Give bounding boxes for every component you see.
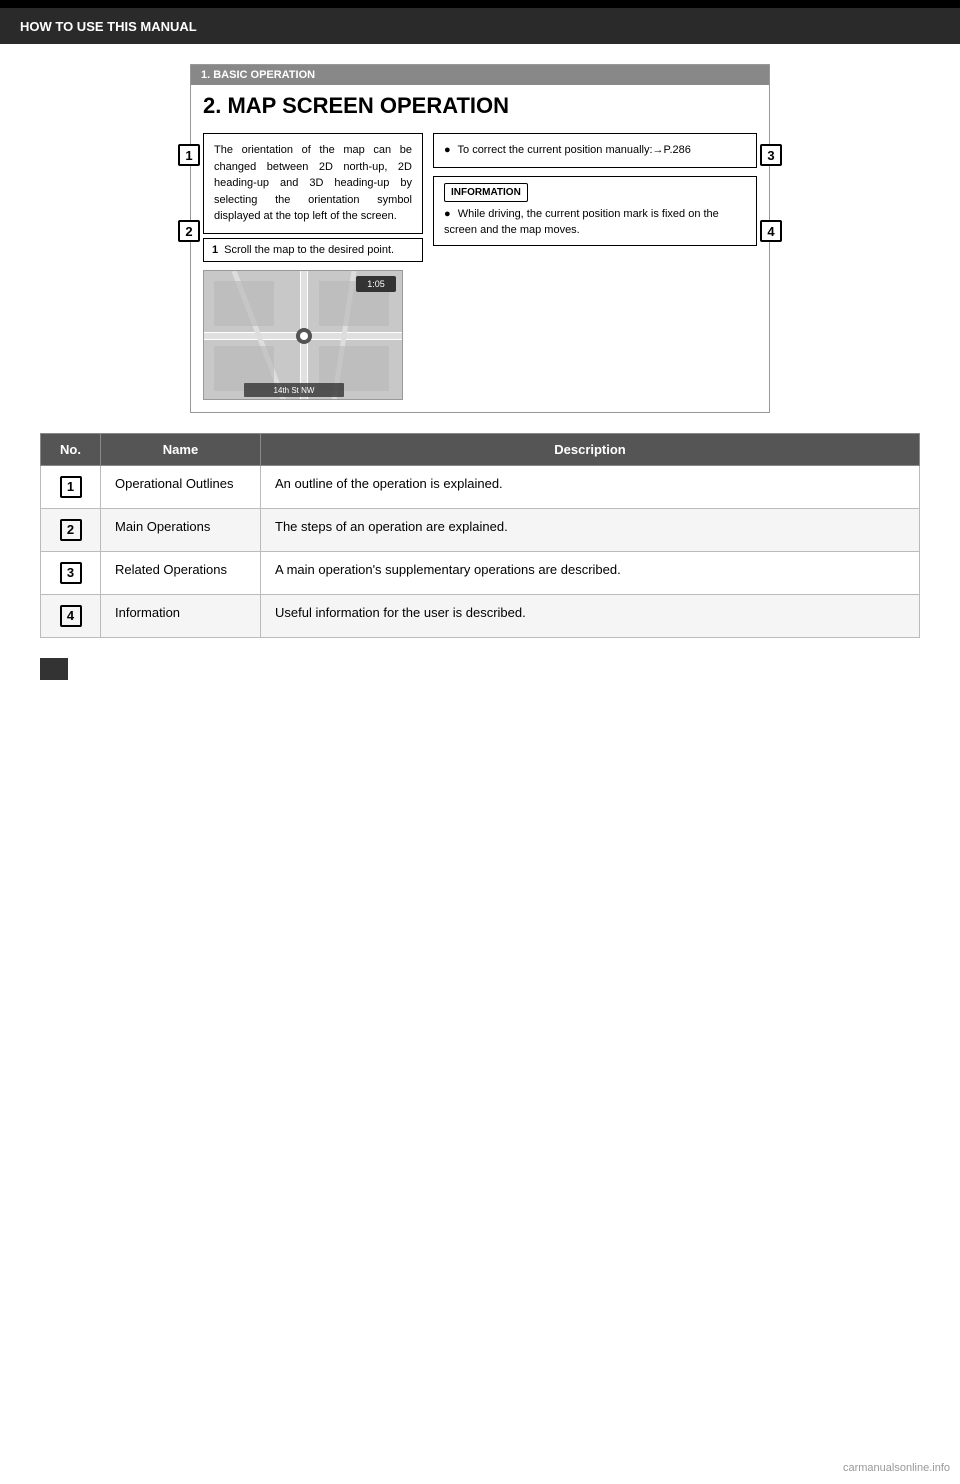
callout-1-label: 1 <box>178 144 200 166</box>
callout-right-top: ● To correct the current position manual… <box>433 133 757 168</box>
table-cell-name: Main Operations <box>101 508 261 551</box>
step-box: 1 Scroll the map to the desired point. <box>203 238 423 262</box>
step-text: Scroll the map to the desired point. <box>224 244 394 256</box>
table-header-no: No. <box>41 433 101 465</box>
callout-2-label: 2 <box>178 220 200 242</box>
callout-3-label: 3 <box>760 144 782 166</box>
map-placeholder: 1:05 14th St NW <box>203 270 403 400</box>
diagram-title: 2. MAP SCREEN OPERATION <box>191 85 769 125</box>
table-cell-no: 2 <box>41 508 101 551</box>
main-content: 1 2 1. BASIC OPERATION 2. MAP SCREEN OPE… <box>0 44 960 706</box>
page-container: HOW TO USE THIS MANUAL 1 2 1. BASIC OPER… <box>0 0 960 1484</box>
diagram-breadcrumb: 1. BASIC OPERATION <box>191 65 769 85</box>
callout-right-top-text: To correct the current position manually… <box>458 144 691 156</box>
svg-text:14th St NW: 14th St NW <box>274 386 315 395</box>
table-cell-name: Related Operations <box>101 551 261 594</box>
table-cell-description: A main operation's supplementary operati… <box>261 551 920 594</box>
callout-left-box: The orientation of the map can be change… <box>203 133 423 234</box>
watermark: carmanualsonline.info <box>843 1462 950 1474</box>
table-cell-no: 3 <box>41 551 101 594</box>
table-cell-no: 1 <box>41 465 101 508</box>
callout-4-label: 4 <box>760 220 782 242</box>
callout-left-text: The orientation of the map can be change… <box>214 144 412 222</box>
table-row: 2Main OperationsThe steps of an operatio… <box>41 508 920 551</box>
page-header: HOW TO USE THIS MANUAL <box>0 8 960 44</box>
callout-right-bottom: INFORMATION ● While driving, the current… <box>433 176 757 246</box>
table-header-description: Description <box>261 433 920 465</box>
top-bar <box>0 0 960 8</box>
diagram-inner: The orientation of the map can be change… <box>191 125 769 412</box>
data-table: No. Name Description 1Operational Outlin… <box>40 433 920 638</box>
diagram-right: ● To correct the current position manual… <box>433 133 757 400</box>
diagram-box: 1. BASIC OPERATION 2. MAP SCREEN OPERATI… <box>190 64 770 413</box>
callout-right-bottom-text: While driving, the current position mark… <box>444 208 719 237</box>
table-cell-description: Useful information for the user is descr… <box>261 594 920 637</box>
table-cell-no: 4 <box>41 594 101 637</box>
table-cell-name: Information <box>101 594 261 637</box>
table-cell-name: Operational Outlines <box>101 465 261 508</box>
bottom-section-indicator <box>40 658 68 680</box>
step-num: 1 <box>212 244 218 256</box>
table-row: 3Related OperationsA main operation's su… <box>41 551 920 594</box>
info-label: INFORMATION <box>444 183 528 202</box>
table-cell-description: An outline of the operation is explained… <box>261 465 920 508</box>
table-row: 4InformationUseful information for the u… <box>41 594 920 637</box>
header-label: HOW TO USE THIS MANUAL <box>20 19 197 34</box>
table-cell-description: The steps of an operation are explained. <box>261 508 920 551</box>
diagram-left: The orientation of the map can be change… <box>203 133 423 400</box>
svg-text:1:05: 1:05 <box>367 279 385 289</box>
table-row: 1Operational OutlinesAn outline of the o… <box>41 465 920 508</box>
table-header-name: Name <box>101 433 261 465</box>
map-inner: 1:05 14th St NW <box>204 271 402 399</box>
diagram-wrapper: 1 2 1. BASIC OPERATION 2. MAP SCREEN OPE… <box>40 64 920 413</box>
